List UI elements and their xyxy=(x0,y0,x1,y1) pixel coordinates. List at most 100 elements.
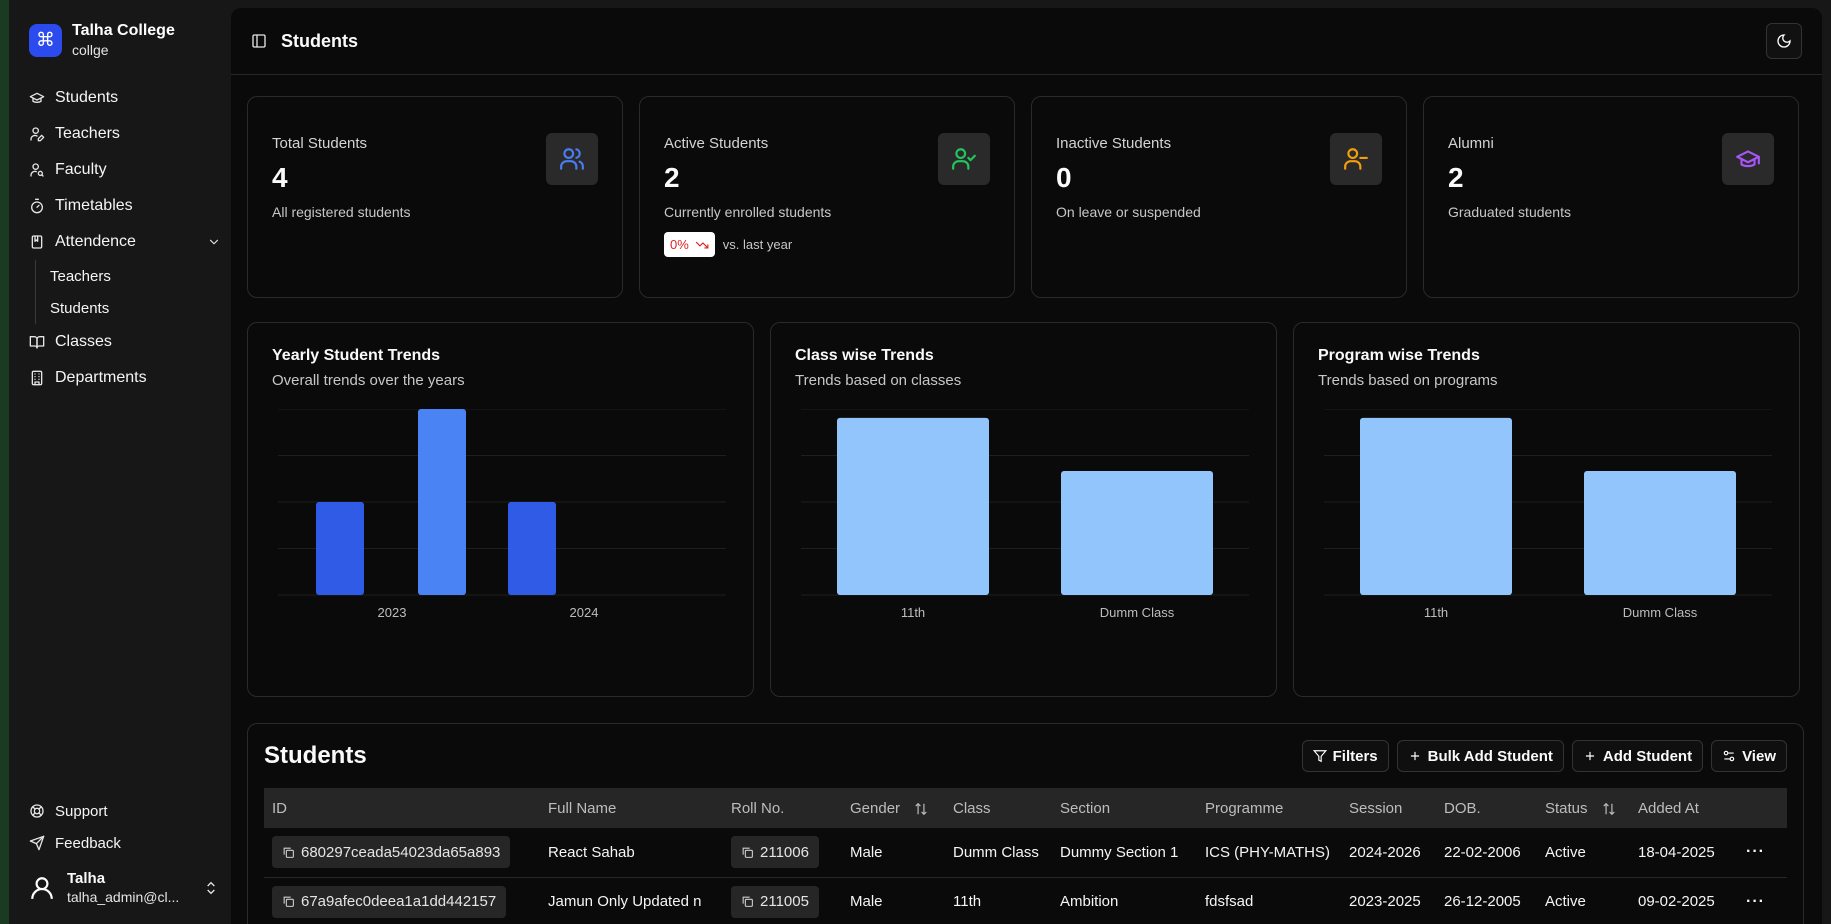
table-title: Students xyxy=(264,742,367,769)
send-icon xyxy=(29,835,45,851)
col-header-roll-no[interactable]: Roll No. xyxy=(723,788,842,828)
sidebar-item-departments[interactable]: Departments xyxy=(25,360,225,396)
sidebar-item-faculty[interactable]: Faculty xyxy=(25,152,225,188)
cell-added-at: 18-04-2025 xyxy=(1638,843,1715,861)
copy-icon xyxy=(283,847,294,858)
sidebar-item-timetables[interactable]: Timetables xyxy=(25,188,225,224)
cell-session: 2023-2025 xyxy=(1349,893,1421,910)
cell-gender: Male xyxy=(850,843,883,861)
user-minus-icon xyxy=(1344,148,1368,170)
view-options-button[interactable]: View xyxy=(1711,740,1787,772)
sliders-icon xyxy=(1723,750,1735,762)
cell-roll-no: 211006 xyxy=(723,828,842,877)
bar[interactable] xyxy=(1584,471,1736,595)
chart-card-program: Program wise Trends Trends based on prog… xyxy=(1293,322,1800,697)
sidebar-item-label: Classes xyxy=(55,333,112,350)
col-header-actions xyxy=(1738,788,1787,828)
stat-card-inactive: Inactive Students 0 On leave or suspende… xyxy=(1031,96,1407,298)
x-tick-label: 11th xyxy=(901,605,925,620)
sort-icon[interactable] xyxy=(914,802,928,816)
sidebar-subitem-students[interactable]: Students xyxy=(50,292,225,324)
cell-status: Active xyxy=(1545,893,1586,910)
bulk-add-student-button[interactable]: Bulk Add Student xyxy=(1396,740,1564,772)
building-icon xyxy=(31,370,43,386)
table-row[interactable]: 67a9afec0deea1a1dd442157 Jamun Only Upda… xyxy=(264,877,1787,924)
col-header-class[interactable]: Class xyxy=(945,788,1052,828)
col-header-section[interactable]: Section xyxy=(1052,788,1197,828)
cell-gender: Male xyxy=(850,893,883,910)
id-value: 67a9afec0deea1a1dd442157 xyxy=(301,893,497,910)
copy-icon xyxy=(742,847,753,858)
sidebar-item-support[interactable]: Support xyxy=(25,795,225,827)
add-student-button[interactable]: Add Student xyxy=(1571,740,1704,772)
filters-button[interactable]: Filters xyxy=(1301,740,1389,772)
sidebar-item-label: Students xyxy=(55,89,119,106)
copy-roll-chip[interactable]: 211005 xyxy=(731,885,819,918)
col-header-gender-label: Gender xyxy=(850,799,901,817)
user-check-icon xyxy=(952,148,976,170)
sidebar-item-label: Faculty xyxy=(55,161,107,178)
bar[interactable] xyxy=(508,502,556,595)
row-actions-button[interactable]: ··· xyxy=(1738,877,1787,924)
copy-id-chip[interactable]: 67a9afec0deea1a1dd442157 xyxy=(272,885,507,918)
user-menu[interactable]: Talha talha_admin@cl... xyxy=(29,870,219,905)
copy-roll-chip[interactable]: 211006 xyxy=(731,836,819,869)
user-pen-icon xyxy=(30,127,45,142)
stat-desc: All registered students xyxy=(272,204,411,220)
theme-toggle-button[interactable] xyxy=(1766,23,1802,59)
x-tick-label: 2024 xyxy=(570,605,599,620)
col-header-id[interactable]: ID xyxy=(264,788,540,828)
col-header-programme[interactable]: Programme xyxy=(1197,788,1341,828)
col-header-added-at[interactable]: Added At xyxy=(1630,788,1738,828)
bar[interactable] xyxy=(1360,417,1512,595)
col-header-gender[interactable]: Gender xyxy=(842,788,945,828)
cell-full-name: Jamun Only Updated n xyxy=(548,893,702,910)
sidebar-item-students[interactable]: Students xyxy=(25,80,225,116)
col-header-dob[interactable]: DOB. xyxy=(1436,788,1537,828)
sidebar-item-classes[interactable]: Classes xyxy=(25,324,225,360)
class-trends-chart: 11th Dumm Class xyxy=(801,409,1249,620)
sidebar-item-feedback[interactable]: Feedback xyxy=(25,827,225,859)
trend-badge: 0% xyxy=(664,232,715,257)
bar[interactable] xyxy=(837,417,989,595)
sort-icon[interactable] xyxy=(1602,802,1616,816)
sidebar-nav: Students Teachers Faculty Timetables Att… xyxy=(25,80,225,396)
bar[interactable] xyxy=(316,502,364,595)
filters-label: Filters xyxy=(1332,747,1378,765)
chart-subtitle: Trends based on classes xyxy=(795,372,962,389)
bar[interactable] xyxy=(1061,471,1213,595)
graduation-cap-icon xyxy=(1736,150,1760,168)
brand[interactable]: ⌘ Talha College collge xyxy=(29,22,175,58)
chart-card-yearly: Yearly Student Trends Overall trends ove… xyxy=(247,322,754,697)
cell-programme: fdsfsad xyxy=(1205,893,1254,910)
chart-card-class: Class wise Trends Trends based on classe… xyxy=(770,322,1277,697)
col-header-full-name[interactable]: Full Name xyxy=(540,788,723,828)
trend-text: vs. last year xyxy=(722,237,793,252)
chart-title: Class wise Trends xyxy=(795,347,934,364)
program-trends-chart: 11th Dumm Class xyxy=(1324,409,1772,620)
sidebar-toggle-icon[interactable] xyxy=(251,33,267,49)
sidebar-item-label: Feedback xyxy=(55,834,121,852)
col-header-status[interactable]: Status xyxy=(1537,788,1630,828)
students-table-card: Students Filters Bulk Add Student Add St… xyxy=(247,723,1804,924)
row-actions-button[interactable]: ··· xyxy=(1738,828,1787,877)
cell-class: 11th xyxy=(953,893,982,910)
yearly-trends-chart: 2023 2024 xyxy=(278,409,726,620)
app-window: ⌘ Talha College collge Students Teachers… xyxy=(9,0,1831,924)
topbar: Students xyxy=(231,8,1822,75)
stat-icon-box xyxy=(1722,133,1774,185)
copy-icon xyxy=(742,896,753,907)
brand-sub: collge xyxy=(72,42,109,58)
col-header-session[interactable]: Session xyxy=(1341,788,1436,828)
page-title: Students xyxy=(281,30,359,51)
sidebar-item-teachers[interactable]: Teachers xyxy=(25,116,225,152)
bar[interactable] xyxy=(418,409,466,595)
sidebar-item-attendence[interactable]: Attendence xyxy=(25,224,225,260)
chart-subtitle: Trends based on programs xyxy=(1318,372,1498,389)
x-tick-label: Dumm Class xyxy=(1623,605,1698,620)
table-row[interactable]: 680297ceada54023da65a893 React Sahab 211… xyxy=(264,828,1787,877)
copy-id-chip[interactable]: 680297ceada54023da65a893 xyxy=(272,836,511,869)
sidebar-subitem-teachers[interactable]: Teachers xyxy=(50,260,225,292)
sidebar-item-label: Timetables xyxy=(55,197,133,214)
table-actions: Filters Bulk Add Student Add Student Vie… xyxy=(1301,740,1787,772)
